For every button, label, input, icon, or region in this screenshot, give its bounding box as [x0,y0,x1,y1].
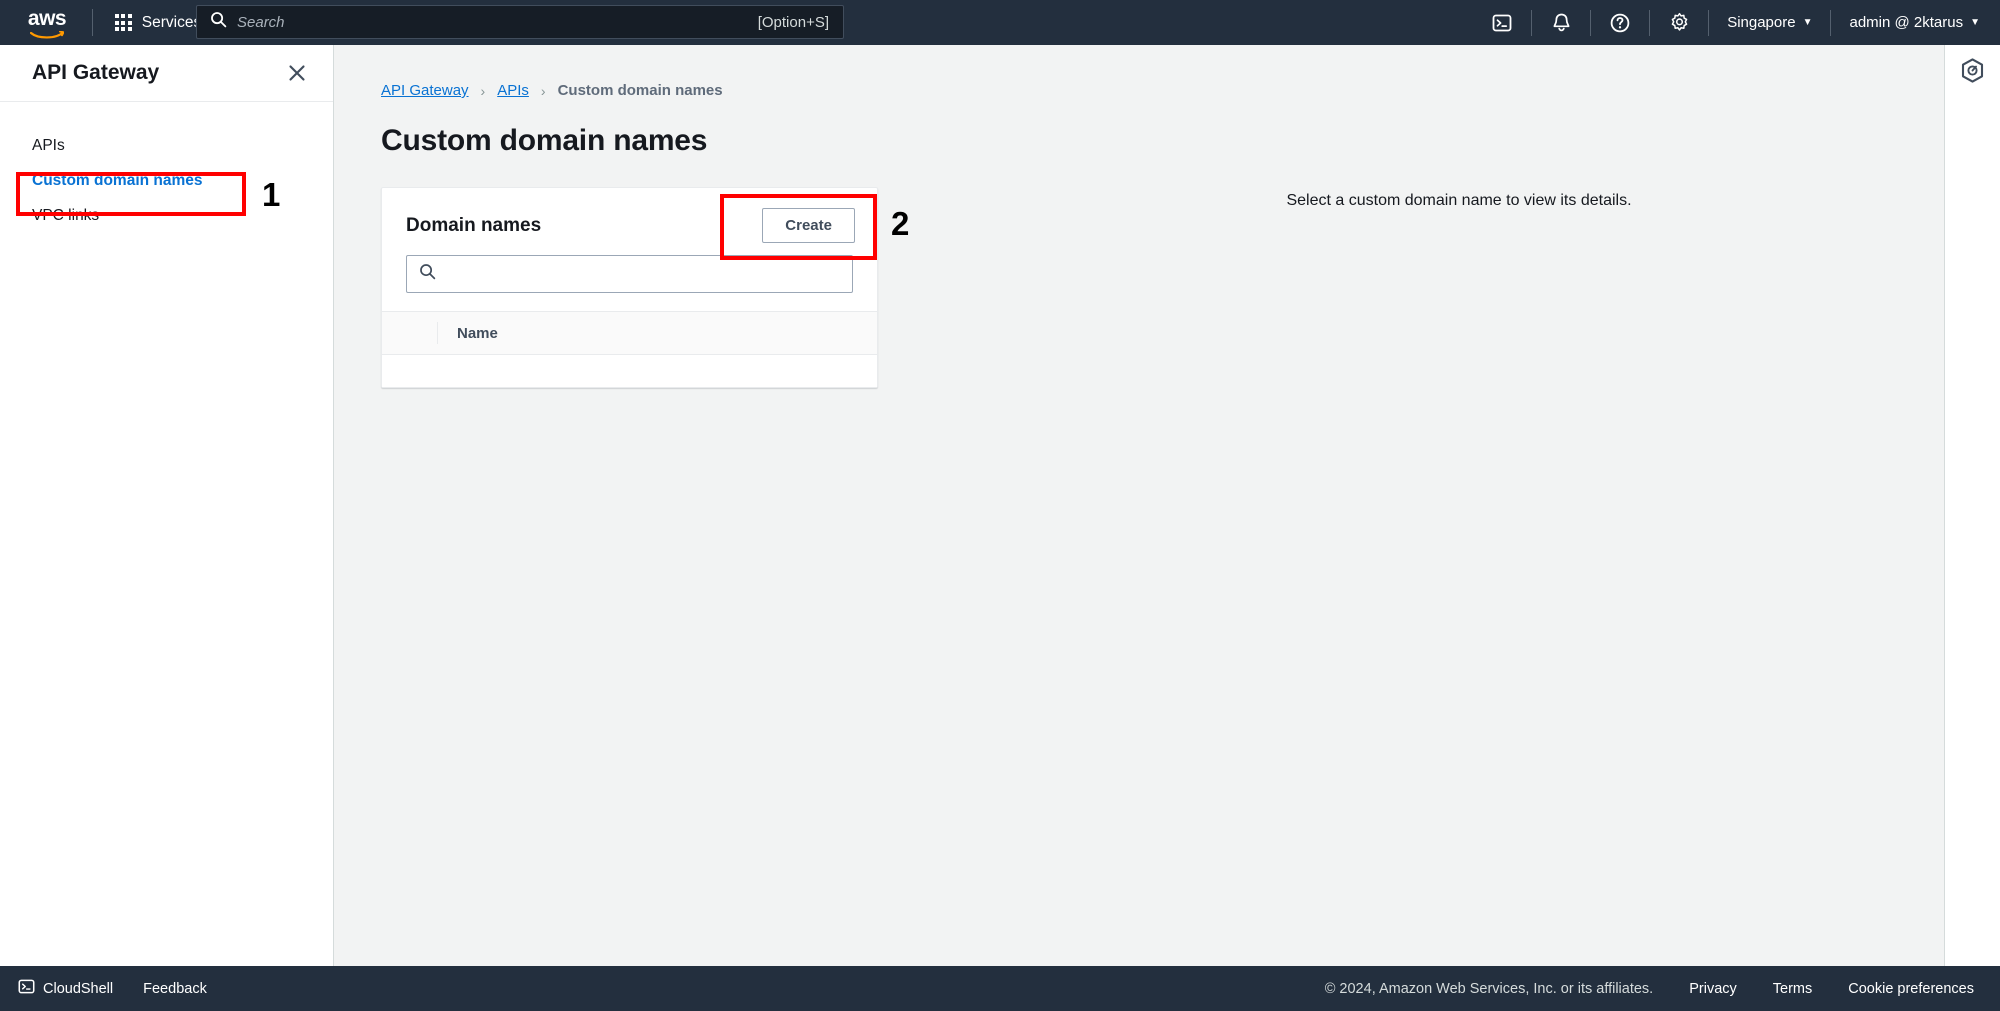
footer-left-group: CloudShell Feedback [0,978,207,999]
search-icon [419,263,436,285]
nav-divider [1649,9,1651,36]
help-panel-hexagon-icon[interactable] [1961,58,1984,966]
nav-divider [1830,9,1832,36]
sidebar-item-label: APIs [32,137,65,154]
sidebar-item-vpc-links[interactable]: VPC links [0,198,333,233]
aws-logo-text: aws [27,7,67,30]
nav-right-cluster: Singapore ▼ admin @ 2ktarus ▼ [1481,0,2000,45]
feedback-label: Feedback [143,980,207,997]
page-title: Custom domain names [381,124,708,157]
footer-bar: CloudShell Feedback © 2024, Amazon Web S… [0,966,2000,1011]
detail-empty-message: Select a custom domain name to view its … [1286,192,1632,209]
services-menu-button[interactable]: Services [107,8,209,38]
domain-search-box[interactable] [406,255,853,293]
breadcrumb: API Gateway › APIs › Custom domain names [334,45,2000,99]
breadcrumb-item-current: Custom domain names [557,82,723,99]
footer-right-group: © 2024, Amazon Web Services, Inc. or its… [1325,981,2000,997]
region-selector[interactable]: Singapore ▼ [1717,14,1822,31]
chevron-down-icon: ▼ [1970,16,1980,28]
nav-divider [92,9,93,36]
content-row: Domain names Create Name Select a custom… [334,158,2000,388]
domain-table-header: Name [382,311,877,355]
domain-names-card: Domain names Create Name [381,187,878,388]
card-header: Domain names Create [382,188,877,243]
sidebar-item-apis[interactable]: APIs [0,128,333,163]
sidebar-service-title: API Gateway [32,61,160,84]
settings-gear-icon[interactable] [1658,0,1700,45]
cloudshell-label: CloudShell [43,980,114,997]
table-select-column-spacer [382,322,438,344]
main-content-area: API Gateway › APIs › Custom domain names… [334,45,2000,966]
aws-logo[interactable]: aws [16,7,78,39]
footer-link-terms[interactable]: Terms [1773,981,1812,997]
breadcrumb-separator-icon: › [480,82,486,99]
account-label: admin @ 2ktarus [1849,14,1964,31]
global-search-box[interactable]: [Option+S] [196,5,844,39]
search-shortcut-hint: [Option+S] [757,13,829,31]
footer-link-cookie-preferences[interactable]: Cookie preferences [1848,981,1974,997]
grid-menu-icon [115,14,132,31]
service-sidebar: API Gateway APIs Custom domain names VPC… [0,45,334,966]
chevron-down-icon: ▼ [1802,16,1813,28]
account-menu[interactable]: admin @ 2ktarus ▼ [1839,14,2000,31]
sidebar-header: API Gateway [0,45,333,102]
sidebar-item-label: Custom domain names [32,172,203,189]
notifications-bell-icon[interactable] [1540,0,1582,45]
domain-table-body [382,355,877,387]
footer-copyright: © 2024, Amazon Web Services, Inc. or its… [1324,980,1654,997]
breadcrumb-item-api-gateway[interactable]: API Gateway [381,82,469,99]
cloudshell-icon[interactable] [1481,0,1523,45]
nav-divider [1590,9,1592,36]
breadcrumb-separator-icon: › [540,82,546,99]
region-label: Singapore [1727,14,1796,31]
create-button[interactable]: Create [762,208,855,243]
sidebar-item-custom-domain-names[interactable]: Custom domain names [0,163,333,198]
footer-link-privacy[interactable]: Privacy [1689,981,1737,997]
services-label: Services [141,13,202,31]
aws-logo-smile-icon [29,27,65,39]
help-question-icon[interactable] [1599,0,1641,45]
sidebar-item-label: VPC links [32,207,100,224]
table-column-header-name: Name [457,324,498,342]
domain-search-input[interactable] [445,265,852,283]
sidebar-nav-list: APIs Custom domain names VPC links [0,102,333,233]
breadcrumb-item-apis[interactable]: APIs [497,82,529,99]
top-navigation-bar: aws Services [Option+S] [0,0,2000,45]
feedback-button[interactable]: Feedback [143,981,207,997]
global-search-input[interactable] [237,13,758,31]
domain-detail-pane: Select a custom domain name to view its … [878,187,2000,388]
card-title: Domain names [406,214,542,236]
cloudshell-icon [18,978,35,999]
nav-divider [1531,9,1533,36]
search-icon [210,11,227,33]
cloudshell-button[interactable]: CloudShell [18,978,113,999]
nav-divider [1708,9,1710,36]
card-search-row [382,243,877,311]
right-help-rail [1944,45,2000,966]
close-x-icon[interactable] [287,63,307,83]
